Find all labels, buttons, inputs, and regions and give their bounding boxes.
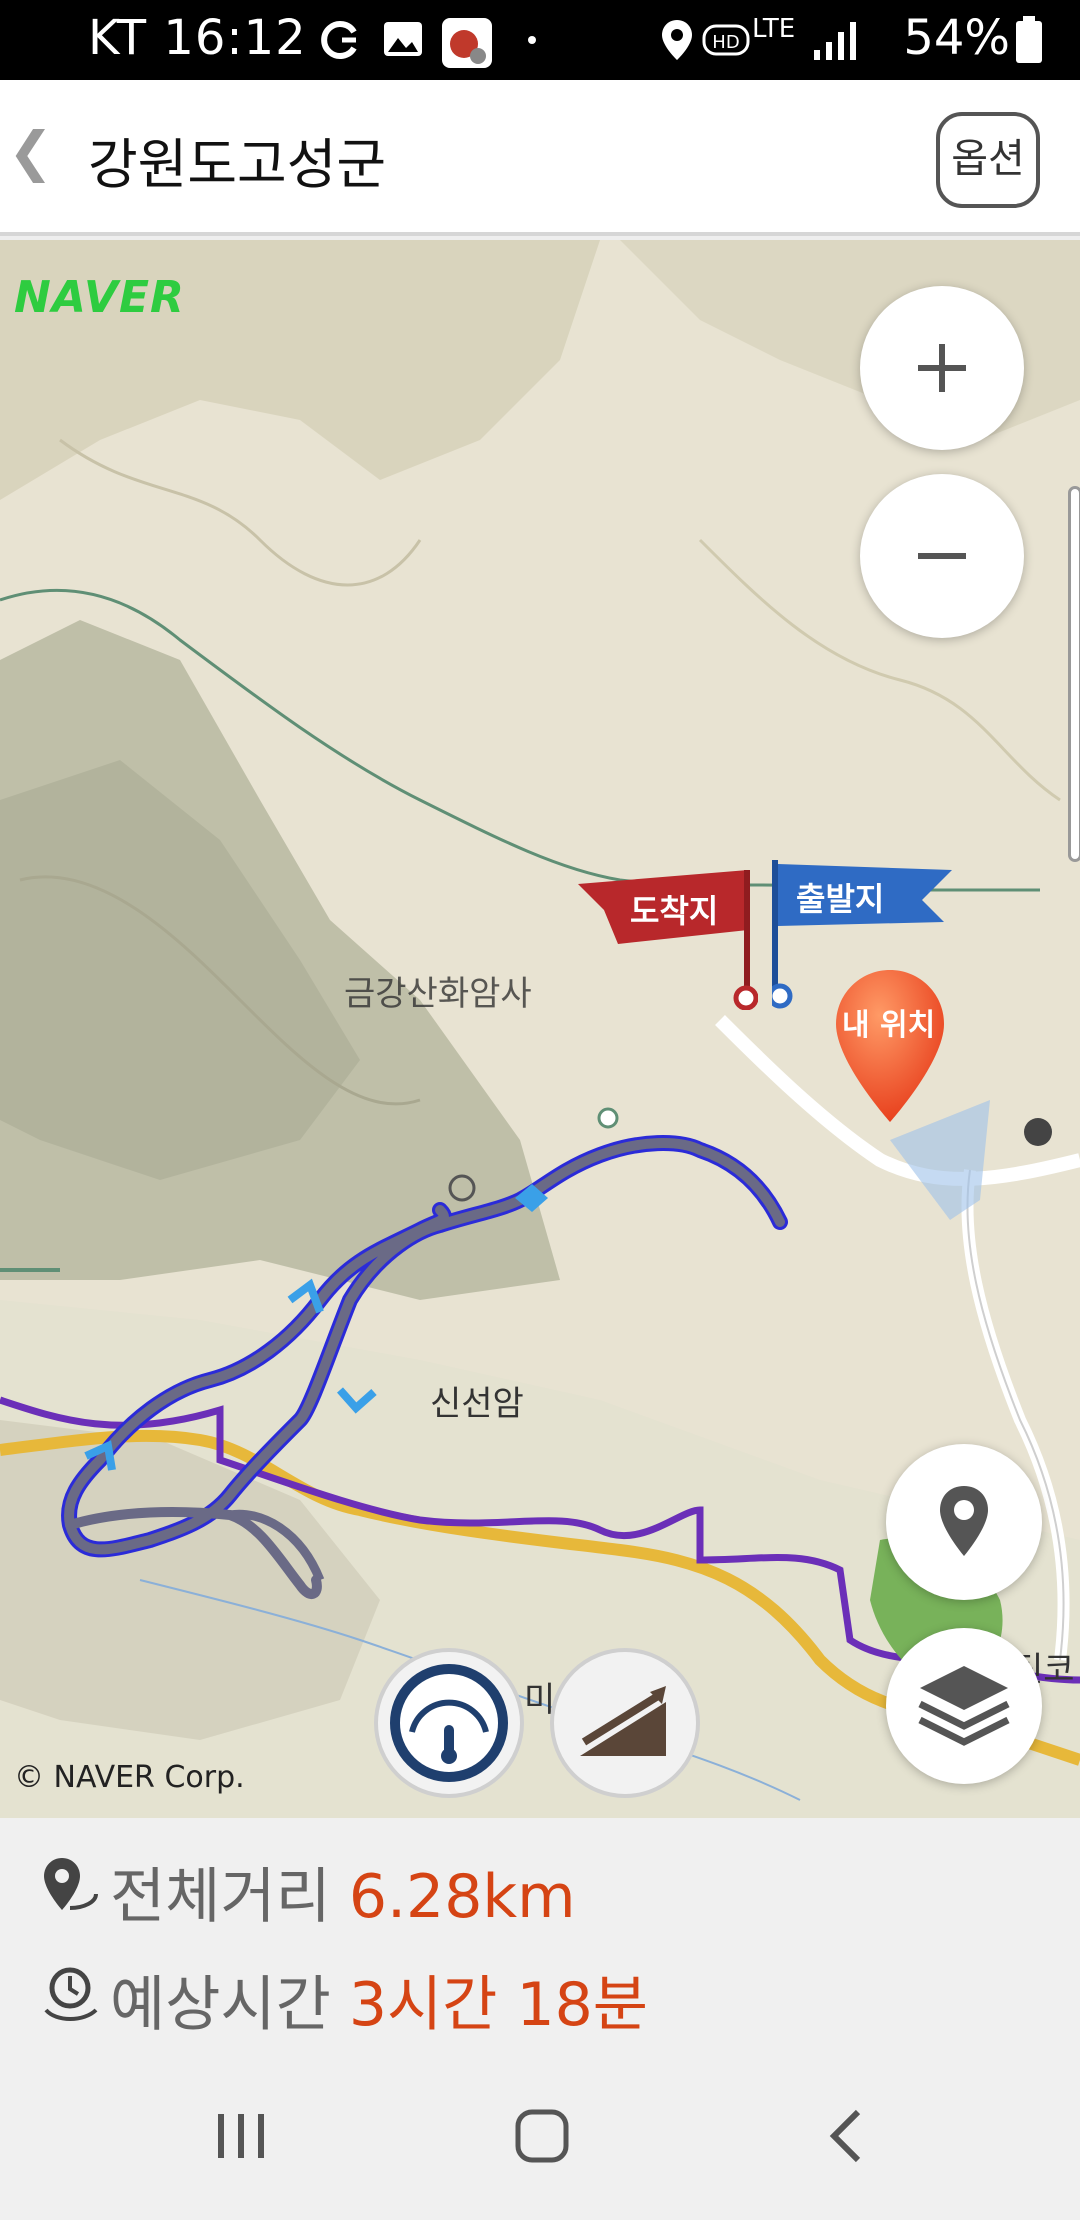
recent-apps-icon[interactable]	[212, 2106, 272, 2166]
side-panel-handle[interactable]	[1068, 486, 1080, 862]
battery-level: 54%	[903, 10, 1010, 66]
route-distance-icon	[44, 1858, 98, 1910]
time-value: 3시간 18분	[348, 1970, 649, 2040]
zoom-out-button[interactable]	[860, 474, 1024, 638]
my-location-marker[interactable]: 내 위치	[832, 966, 948, 1126]
plus-icon	[918, 344, 966, 392]
elevation-button[interactable]	[550, 1648, 700, 1798]
status-bar: KT 16:12 HD LTE 54%	[0, 0, 1080, 80]
system-navigation-bar	[0, 2050, 1080, 2220]
map-label-hermitage: 신선암	[430, 1384, 524, 1424]
sync-icon	[321, 21, 357, 59]
location-pin-icon	[662, 20, 692, 60]
back-button[interactable]: ❮	[8, 120, 53, 183]
map-view[interactable]: NAVER 금강산화암사 신선암 미 틴코 도착지 출발지 내 위치 © NAV…	[0, 240, 1080, 1818]
battery-icon	[1016, 16, 1042, 63]
network-type-label: LTE	[752, 14, 796, 44]
map-copyright: © NAVER Corp.	[14, 1760, 245, 1795]
location-pin-icon	[836, 970, 944, 1122]
departure-flag-label: 출발지	[796, 880, 885, 918]
speedometer-button[interactable]	[374, 1648, 524, 1798]
elevation-incline-icon	[580, 1686, 666, 1756]
options-button[interactable]: 옵션	[936, 112, 1040, 208]
back-nav-icon[interactable]	[818, 2106, 878, 2166]
map-label-temple: 금강산화암사	[344, 974, 532, 1014]
time-row: 예상시간 3시간 18분	[40, 1956, 648, 2043]
map-pin-icon	[940, 1486, 988, 1556]
arrival-flag-label: 도착지	[630, 892, 719, 930]
signal-icon	[814, 22, 856, 60]
arrival-marker[interactable]: 도착지	[578, 870, 759, 1011]
speedometer-icon	[390, 1664, 508, 1782]
hd-icon: HD	[702, 24, 750, 56]
estimated-time-icon	[44, 1967, 98, 2021]
home-icon[interactable]	[512, 2106, 572, 2166]
app-notification-icon	[442, 18, 492, 68]
distance-value: 6.28km	[348, 1862, 576, 1932]
current-location-button[interactable]	[886, 1444, 1042, 1600]
gallery-icon	[384, 22, 422, 56]
dot-icon	[528, 36, 536, 44]
status-carrier-time: KT 16:12	[88, 10, 307, 66]
distance-label: 전체거리	[110, 1862, 331, 1932]
minus-icon	[918, 553, 966, 559]
app-header: ❮ 강원도고성군 옵션	[0, 80, 1080, 236]
map-layers-button[interactable]	[886, 1628, 1042, 1784]
route-info-panel: 전체거리 6.28km 예상시간 3시간 18분	[0, 1818, 1080, 2050]
distance-row: 전체거리 6.28km	[40, 1848, 576, 1935]
naver-logo: NAVER	[14, 272, 185, 323]
layers-icon	[918, 1666, 1010, 1746]
time-label: 예상시간	[110, 1970, 331, 2040]
zoom-in-button[interactable]	[860, 286, 1024, 450]
my-location-label: 내 위치	[842, 1008, 936, 1043]
svg-text:HD: HD	[712, 32, 739, 53]
page-title: 강원도고성군	[88, 133, 387, 196]
